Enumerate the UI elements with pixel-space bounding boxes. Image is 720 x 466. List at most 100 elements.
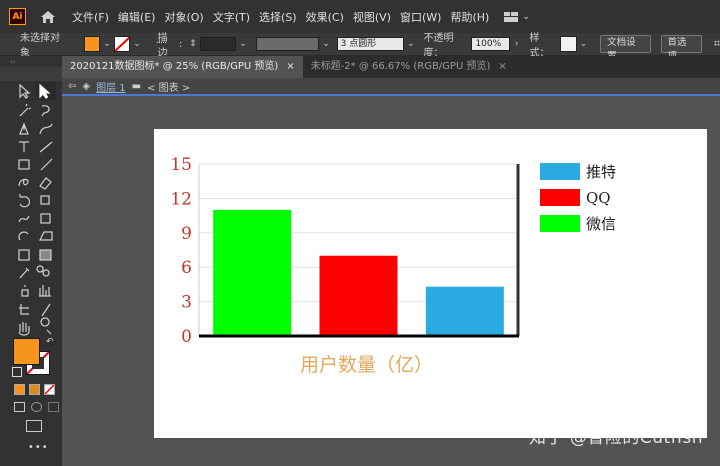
document-tabs: 2020121数据图标* @ 25% (RGB/GPU 预览) × 未标题-2*… <box>62 56 720 78</box>
pen-tool-icon <box>19 122 29 135</box>
eraser-tool-icon <box>39 177 52 190</box>
y-tick-label: 15 <box>170 155 192 175</box>
curvature-tool-icon <box>39 123 53 135</box>
workspace-grid-icon <box>504 11 519 22</box>
rectangle-tool-icon <box>18 159 30 170</box>
rotate-tool-icon <box>19 194 31 208</box>
breadcrumb-item[interactable]: < 图表 > <box>147 79 190 94</box>
bar-chart[interactable]: 0 3 6 9 12 15 用户数量（亿） 推特 QQ 微信 <box>154 129 707 438</box>
y-tick-label: 0 <box>181 327 192 347</box>
selection-tool-icon <box>19 83 31 99</box>
workspace-switcher[interactable]: ⌄ <box>504 11 530 22</box>
hand-tool-icon <box>18 322 30 336</box>
menu-effect[interactable]: 效果(C) <box>306 9 344 25</box>
collapse-panel-icon[interactable]: ‹‹ <box>10 58 16 66</box>
menu-help[interactable]: 帮助(H) <box>450 9 489 25</box>
breadcrumb-layer[interactable]: 图层 1 <box>96 79 126 94</box>
transform-icon[interactable]: ⌗ <box>714 37 720 51</box>
fill-swatch[interactable] <box>83 36 101 52</box>
artboard[interactable]: 0 3 6 9 12 15 用户数量（亿） 推特 QQ 微信 <box>154 129 707 438</box>
free-transform-tool-icon <box>40 213 51 224</box>
magic-wand-tool-icon <box>19 103 32 117</box>
chevron-down-icon[interactable]: ⌄ <box>404 39 417 49</box>
line-tool-icon <box>39 141 53 153</box>
close-icon[interactable]: × <box>498 56 506 78</box>
swap-colors-icon[interactable]: ↶ <box>46 337 54 347</box>
legend-swatch <box>540 189 580 206</box>
tab-label: 未标题-2* @ 66.67% (RGB/GPU 预览) <box>310 61 491 72</box>
default-colors-icon[interactable] <box>12 367 22 377</box>
mesh-tool-icon <box>18 249 30 261</box>
variable-width-profile[interactable] <box>255 37 320 51</box>
color-mode-buttons <box>14 384 55 395</box>
more-tools-icon[interactable]: ••• <box>28 442 49 453</box>
gradient-tool-icon <box>39 249 52 261</box>
menu-object[interactable]: 对象(O) <box>164 9 203 25</box>
screen-mode-icon[interactable] <box>26 420 42 432</box>
y-tick-label: 3 <box>181 293 192 313</box>
chevron-down-icon[interactable]: ⌄ <box>236 39 249 49</box>
warp-tool-icon <box>18 215 30 223</box>
opacity-input[interactable]: 100% <box>471 37 511 51</box>
tab-document-2[interactable]: 未标题-2* @ 66.67% (RGB/GPU 预览) × <box>303 56 515 78</box>
group-icon: ▬ <box>131 80 142 92</box>
preferences-button[interactable]: 首选项 <box>660 35 702 62</box>
isolation-breadcrumb: ⇦ ◈ 图层 1 ▬ < 图表 > <box>62 78 720 96</box>
menu-select[interactable]: 选择(S) <box>259 9 297 25</box>
zoom-tool-icon <box>40 317 52 335</box>
draw-inside-icon[interactable] <box>48 402 59 412</box>
legend-label: QQ <box>586 189 611 207</box>
stroke-stepper-icon[interactable]: ⇕ <box>186 39 199 49</box>
draw-mode-buttons <box>14 402 59 412</box>
draw-behind-icon[interactable] <box>31 402 42 412</box>
draw-normal-icon[interactable] <box>14 402 25 412</box>
color-mode-icon[interactable] <box>14 384 25 395</box>
perspective-grid-tool-icon <box>39 231 53 241</box>
legend-label: 推特 <box>586 163 616 181</box>
legend-label: 微信 <box>586 215 616 233</box>
tab-label: 2020121数据图标* @ 25% (RGB/GPU 预览) <box>70 61 279 72</box>
chevron-down-icon[interactable]: ⌄ <box>577 39 590 49</box>
tab-document-1[interactable]: 2020121数据图标* @ 25% (RGB/GPU 预览) × <box>62 56 303 78</box>
gradient-mode-icon[interactable] <box>29 384 40 395</box>
chevron-down-icon: ⌄ <box>522 11 530 22</box>
menu-view[interactable]: 视图(V) <box>353 9 391 25</box>
chevron-right-icon[interactable]: › <box>510 39 523 49</box>
chevron-down-icon[interactable]: ⌄ <box>100 39 113 49</box>
chevron-down-icon[interactable]: ⌄ <box>319 39 332 49</box>
menu-type[interactable]: 文字(T) <box>213 9 250 25</box>
chevron-down-icon[interactable]: ⌄ <box>130 39 143 49</box>
opacity-label: 不透明度： <box>423 33 454 59</box>
style-swatch[interactable] <box>560 36 577 52</box>
panel-grip[interactable] <box>0 67 62 81</box>
bar-2 <box>213 209 292 336</box>
menu-edit[interactable]: 编辑(E) <box>118 9 156 25</box>
legend-swatch <box>540 163 580 180</box>
document-setup-button[interactable]: 文档设置 <box>600 35 651 62</box>
symbol-sprayer-tool-icon <box>21 285 29 297</box>
none-mode-icon[interactable] <box>44 384 55 395</box>
paintbrush-tool-icon <box>40 158 53 171</box>
back-arrow-icon[interactable]: ⇦ <box>68 81 76 92</box>
y-tick-label: 9 <box>181 224 192 244</box>
control-bar: 未选择对象 ⌄ ⌄ 描边 : ⇕ ⌄ ⌄ 3 点圆形 ⌄ 不透明度： 100% … <box>0 33 720 62</box>
watermark: 知乎 @冒险的Cutfish <box>528 428 703 448</box>
fill-color-front[interactable] <box>13 338 40 365</box>
eyedropper-tool-icon <box>19 267 30 279</box>
stroke-swatch[interactable] <box>113 36 131 52</box>
bar-0 <box>425 286 504 336</box>
stroke-label[interactable]: 描边 <box>158 29 177 59</box>
home-icon[interactable] <box>38 7 58 27</box>
menu-file[interactable]: 文件(F) <box>72 9 109 25</box>
slice-tool-icon <box>41 303 51 317</box>
style-label: 样式： <box>529 33 550 59</box>
shape-builder-tool-icon <box>18 231 29 241</box>
menu-bar: Ai 文件(F) 编辑(E) 对象(O) 文字(T) 选择(S) 效果(C) 视… <box>0 0 720 33</box>
menu-window[interactable]: 窗口(W) <box>400 9 441 25</box>
stroke-weight-input[interactable] <box>199 37 237 51</box>
brush-definition[interactable]: 3 点圆形 <box>336 37 405 51</box>
type-tool-icon <box>19 141 29 152</box>
close-icon[interactable]: × <box>286 56 294 78</box>
selection-status: 未选择对象 <box>20 33 60 59</box>
app-logo: Ai <box>9 8 26 25</box>
